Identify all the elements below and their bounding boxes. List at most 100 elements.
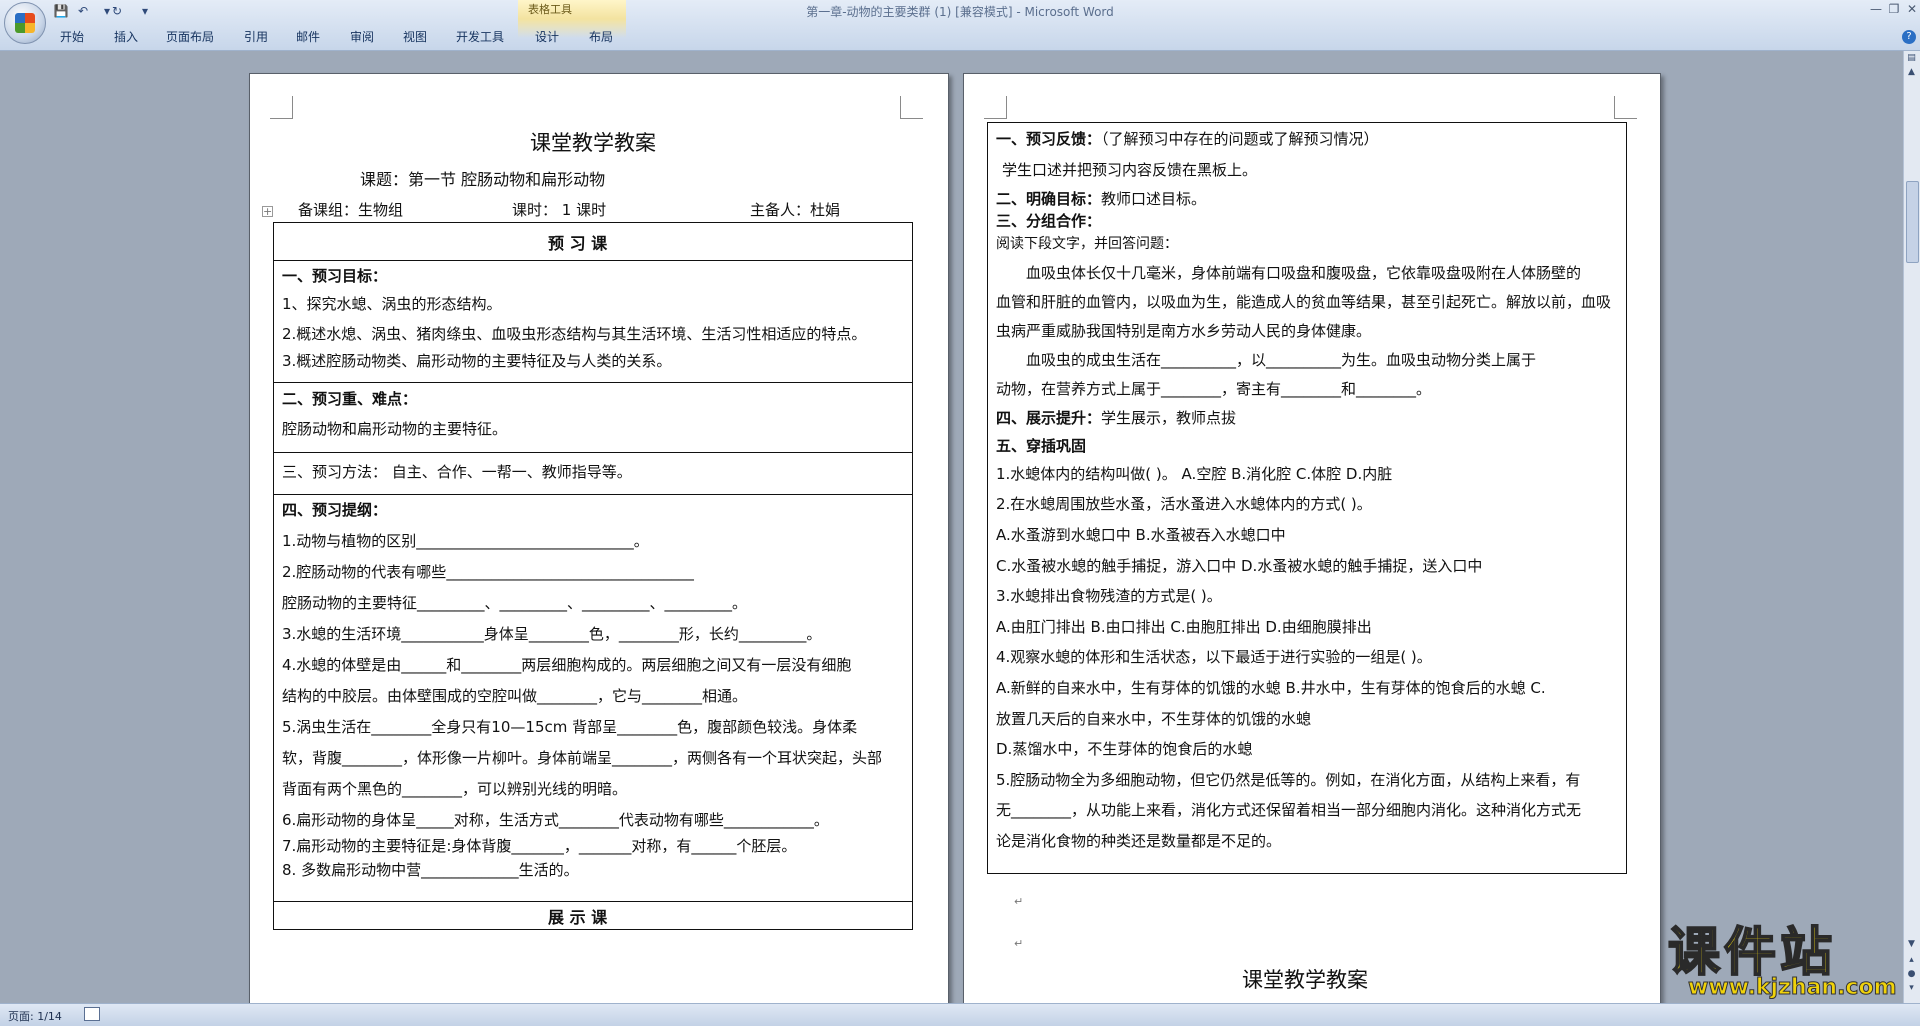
title-bar: 💾 ↶ ▾ ↻ ▾ 表格工具 第一章-动物的主要类群 (1) [兼容模式] - … xyxy=(0,0,1920,51)
page-1: 课堂教学教案 课题：第一节 腔肠动物和扁形动物 备课组：生物组 课时： 1 课时… xyxy=(249,73,949,1003)
paragraph-mark-icon: ↵ xyxy=(1014,895,1024,908)
drill-line: A.由肛门排出 B.由口排出 C.由胞肛排出 D.由细胞膜排出 xyxy=(996,618,1372,636)
aim-heading: 二、明确目标： xyxy=(996,190,1102,208)
goal-item: 2.概述水熄、涡虫、猪肉绦虫、血吸虫形态结构与其生活环境、生活习性相适应的特点。 xyxy=(282,325,867,343)
drill-line: 放置几天后的自来水中，不生芽体的饥饿的水螅 xyxy=(996,710,1312,728)
goal-item: 1、探究水螅、涡虫的形态结构。 xyxy=(282,295,502,313)
outline-line: 7.扁形动物的主要特征是:身体背腹_______，_______对称，有____… xyxy=(282,837,797,855)
show-text: 学生展示，教师点拔 xyxy=(1101,409,1237,427)
tab-mailings[interactable]: 邮件 xyxy=(296,28,320,45)
tab-layout[interactable]: 布局 xyxy=(589,28,613,45)
key-heading: 二、预习重、难点： xyxy=(282,390,418,408)
passage-line: 虫病严重威胁我国特别是南方水乡劳动人民的身体健康。 xyxy=(996,322,1372,340)
section-show: 展 示 课 xyxy=(548,908,608,927)
aim-line: 二、明确目标：教师口述目标。 xyxy=(996,189,1206,209)
crop-mark xyxy=(900,96,923,119)
watermark-logo: 课件站 xyxy=(1667,923,1837,983)
read-hint: 阅读下段文字，并回答问题： xyxy=(996,236,1178,252)
vertical-scrollbar[interactable]: ▤ ▲ ▼ ▴ ● ▾ xyxy=(1903,51,1920,1003)
drill-line: 2.在水螅周围放些水蚤，活水蚤进入水螅体内的方式( )。 xyxy=(996,495,1372,513)
tab-insert[interactable]: 插入 xyxy=(114,28,138,45)
tab-references[interactable]: 引用 xyxy=(244,28,268,45)
drill-line: A.新鲜的自来水中，生有芽体的饥饿的水螅 B.井水中，生有芽体的饱食后的水螅 C… xyxy=(996,679,1546,697)
drill-line: D.蒸馏水中，不生芽体的饱食后的水螅 xyxy=(996,740,1253,758)
goal-item: 3.概述腔肠动物类、扁形动物的主要特征及与人类的关系。 xyxy=(282,352,672,370)
outline-line: 软，背腹________，体形像一片柳叶。身体前端呈________，两侧各有一… xyxy=(282,749,883,767)
drill-line: 1.水螅体内的结构叫做( )。 A.空腔 B.消化腔 C.体腔 D.内脏 xyxy=(996,465,1393,483)
macro-record-icon[interactable] xyxy=(84,1007,100,1021)
page-counter[interactable]: 页面: 1/14 xyxy=(8,1008,62,1024)
row-divider xyxy=(273,452,913,453)
feedback-text: 学生口述并把预习内容反馈在黑板上。 xyxy=(1002,161,1258,179)
passage-line: 动物，在营养方式上属于________，寄主有________和________… xyxy=(996,380,1432,398)
meta-hours: 课时： 1 课时 xyxy=(512,201,607,219)
crop-mark xyxy=(270,96,293,119)
outline-line: 2.腔肠动物的代表有哪些____________________________… xyxy=(282,563,694,581)
paragraph-mark-icon: ↵ xyxy=(1014,937,1024,950)
drill-heading: 五、穿插巩固 xyxy=(996,437,1087,455)
table-move-handle-icon[interactable]: + xyxy=(262,206,273,217)
drill-line: 论是消化食物的种类还是数量都是不足的。 xyxy=(996,832,1282,850)
outline-line: 6.扁形动物的身体呈_____对称，生活方式________代表动物有哪些___… xyxy=(282,811,829,829)
crop-mark xyxy=(984,96,1007,119)
status-bar: 页面: 1/14 xyxy=(0,1003,1920,1026)
window-title: 第一章-动物的主要类群 (1) [兼容模式] - Microsoft Word xyxy=(806,5,1114,19)
help-icon[interactable]: ? xyxy=(1902,30,1916,44)
aim-text: 教师口述目标。 xyxy=(1101,190,1207,208)
restore-icon[interactable]: ❐ xyxy=(1884,2,1904,18)
feedback-heading: 一、预习反馈： xyxy=(996,130,1102,148)
meta-group: 备课组：生物组 xyxy=(298,201,404,219)
tab-review[interactable]: 审阅 xyxy=(350,28,374,45)
tab-developer[interactable]: 开发工具 xyxy=(456,28,504,45)
feedback-line: 一、预习反馈：（了解预习中存在的问题或了解预习情况） xyxy=(996,129,1379,149)
outline-line: 结构的中胶层。由体壁围成的空腔叫做________，它与________相通。 xyxy=(282,687,748,705)
section-preview: 预 习 课 xyxy=(548,234,608,253)
ruler-toggle-icon[interactable]: ▤ xyxy=(1906,53,1917,64)
meta-lead: 主备人：杜娟 xyxy=(750,201,841,219)
goals-heading: 一、预习目标： xyxy=(282,267,388,285)
lesson-subtitle: 课题：第一节 腔肠动物和扁形动物 xyxy=(360,170,606,189)
outline-line: 3.水螅的生活环境___________身体呈________色，_______… xyxy=(282,625,822,643)
drill-line: 3.水螅排出食物残渣的方式是( )。 xyxy=(996,587,1222,605)
minimize-icon[interactable]: — xyxy=(1866,2,1886,18)
outline-line: 背面有两个黑色的________，可以辨别光线的明暗。 xyxy=(282,780,628,798)
site-watermark: 课件站 www.kjzhan.com xyxy=(1667,923,1902,1004)
outline-line: 5.涡虫生活在________全身只有10—15cm 背部呈________色，… xyxy=(282,718,858,736)
next-page-icon[interactable]: ▾ xyxy=(1906,983,1917,994)
drill-line: C.水蚤被水螅的触手捕捉，游入口中 D.水蚤被水螅的触手捕捉，送入口中 xyxy=(996,557,1483,575)
show-line: 四、展示提升：学生展示，教师点拔 xyxy=(996,408,1236,428)
outline-line: 8. 多数扁形动物中营_____________生活的。 xyxy=(282,861,579,879)
passage-line: 血吸虫的成虫生活在__________，以__________为生。血吸虫动物分… xyxy=(1026,351,1537,369)
passage-line: 血管和肝脏的血管内，以吸血为生，能造成人的贫血等结果，甚至引起死亡。解放以前，血… xyxy=(996,293,1612,311)
drill-line: 5.腔肠动物全为多细胞动物，但它仍然是低等的。例如，在消化方面，从结构上来看，有 xyxy=(996,771,1581,789)
method-text: 三、预习方法： 自主、合作、一帮一、教师指导等。 xyxy=(282,463,632,481)
watermark-url: www.kjzhan.com xyxy=(1688,975,1898,1001)
prev-page-icon[interactable]: ▴ xyxy=(1906,955,1917,966)
outline-line: 腔肠动物的主要特征_________、_________、_________、_… xyxy=(282,594,748,612)
close-icon[interactable]: ✕ xyxy=(1902,2,1920,18)
passage-line: 血吸虫体长仅十几毫米，身体前端有口吸盘和腹吸盘，它依靠吸盘吸附在人体肠壁的 xyxy=(1026,264,1582,282)
tab-page-layout[interactable]: 页面布局 xyxy=(166,28,214,45)
drill-line: 无________，从功能上来看，消化方式还保留着相当一部分细胞内消化。这种消化… xyxy=(996,801,1582,819)
feedback-note: （了解预习中存在的问题或了解预习情况） xyxy=(1101,130,1379,148)
scroll-up-icon[interactable]: ▲ xyxy=(1906,67,1917,78)
drill-line: A.水蚤游到水螅口中 B.水蚤被吞入水螅口中 xyxy=(996,526,1286,544)
scroll-down-icon[interactable]: ▼ xyxy=(1906,939,1917,950)
tab-home[interactable]: 开始 xyxy=(60,28,84,45)
key-text: 腔肠动物和扁形动物的主要特征。 xyxy=(282,420,508,438)
tab-view[interactable]: 视图 xyxy=(403,28,427,45)
row-divider xyxy=(273,260,913,261)
row-divider xyxy=(273,901,913,902)
row-divider xyxy=(273,494,913,495)
tab-design[interactable]: 设计 xyxy=(535,28,559,45)
coop-heading: 三、分组合作： xyxy=(996,212,1102,230)
crop-mark xyxy=(1614,96,1637,119)
page-title: 课堂教学教案 xyxy=(530,131,656,155)
show-heading: 四、展示提升： xyxy=(996,409,1102,427)
outline-heading: 四、预习提纲： xyxy=(282,501,388,519)
row-divider xyxy=(273,382,913,383)
drill-line: 4.观察水螅的体形和生活状态，以下最适于进行实验的一组是( )。 xyxy=(996,648,1432,666)
scroll-thumb[interactable] xyxy=(1906,181,1919,263)
page-2: 一、预习反馈：（了解预习中存在的问题或了解预习情况） 学生口述并把预习内容反馈在… xyxy=(963,73,1661,1003)
browse-object-icon[interactable]: ● xyxy=(1906,969,1917,980)
